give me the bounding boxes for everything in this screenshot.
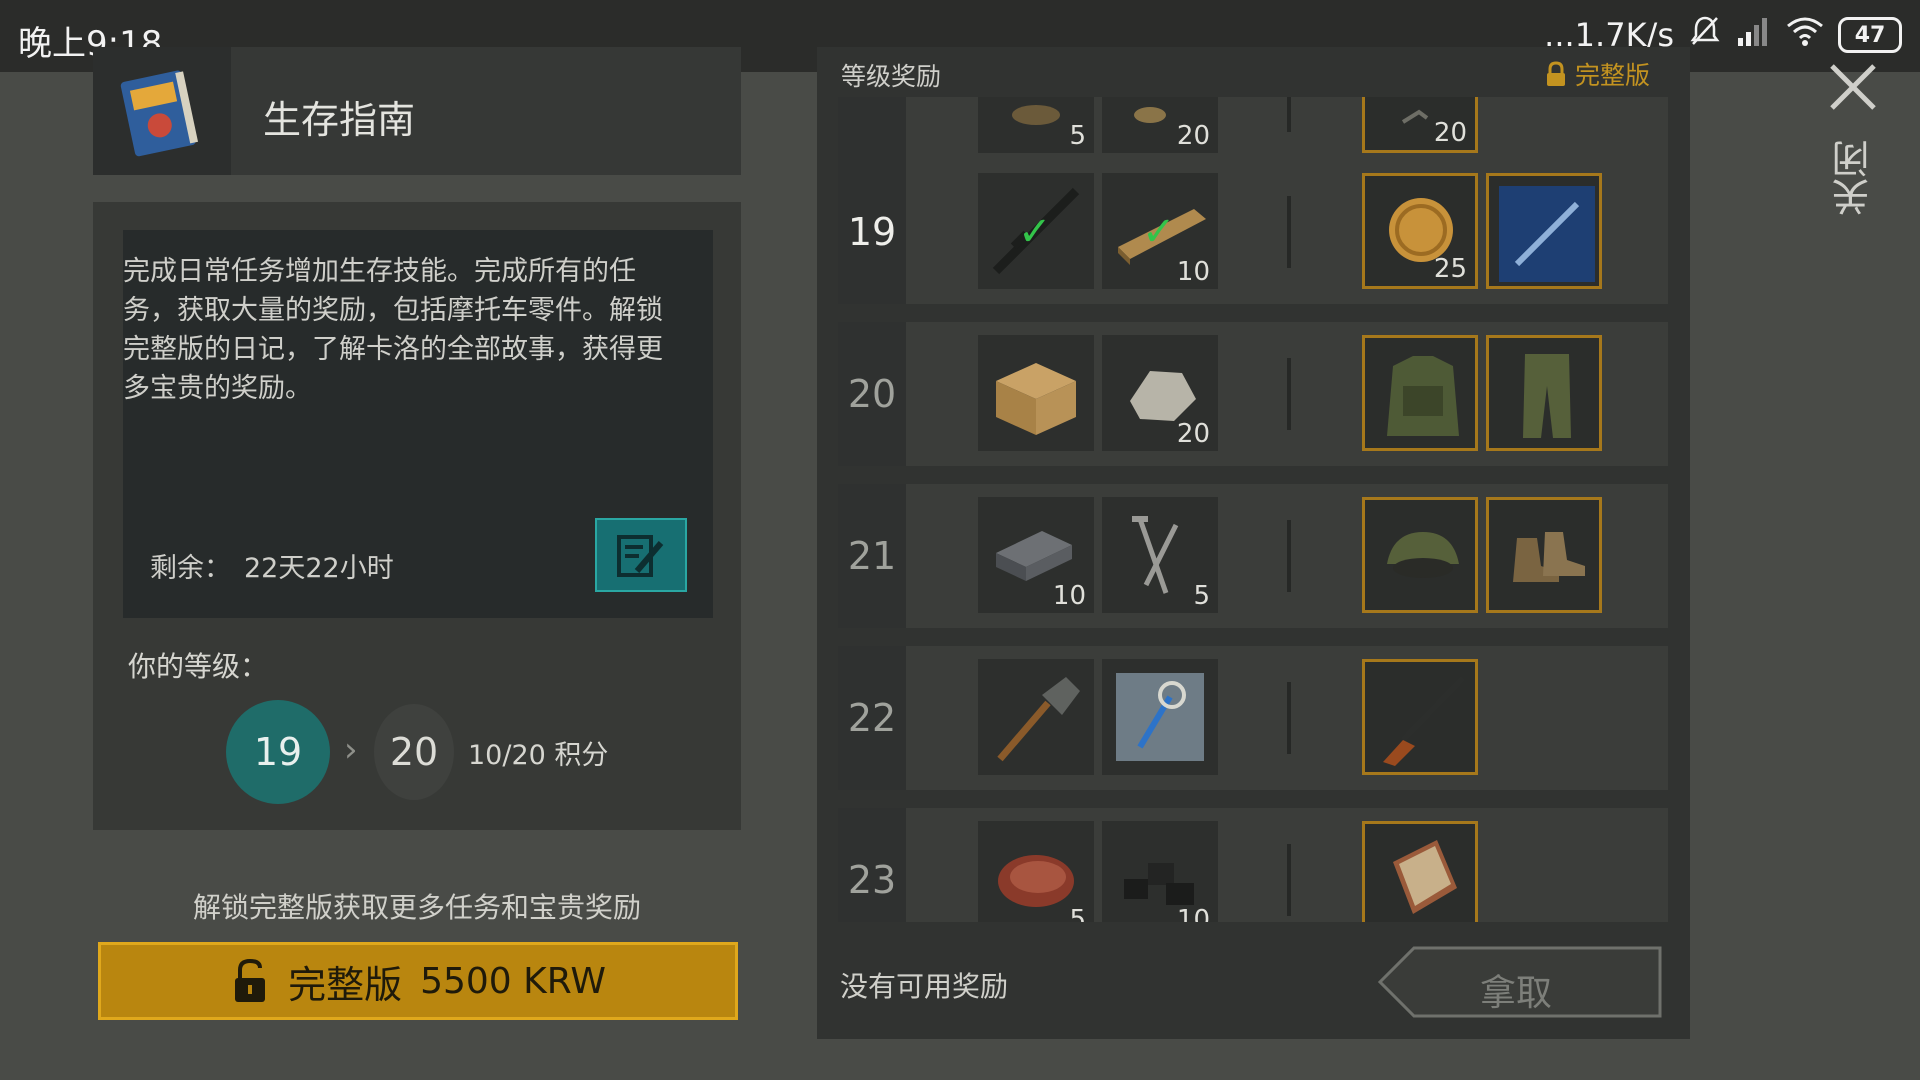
cardboard-box-icon xyxy=(996,363,1076,435)
full-version-tag: 完整版 xyxy=(1545,56,1650,92)
claimed-check-icon: ✓ xyxy=(1142,209,1176,255)
reward-row: 21 10 5 xyxy=(838,484,1668,628)
free-reward-slot[interactable]: 20 xyxy=(1102,90,1218,153)
row-divider xyxy=(1287,196,1291,268)
reward-quantity: 5 xyxy=(1069,121,1086,151)
buy-label: 完整版 xyxy=(288,962,403,1007)
guide-description: 完成日常任务增加生存技能。完成所有的任务，获取大量的奖励，包括摩托车零件。解锁完… xyxy=(123,256,663,404)
row-divider xyxy=(1287,844,1291,916)
row-level: 23 xyxy=(838,808,906,922)
premium-reward-slot[interactable]: 20 xyxy=(1362,90,1478,153)
next-level-badge: 20 xyxy=(374,704,454,800)
reward-row: 20 20 xyxy=(838,322,1668,466)
rifle-blueprint-icon xyxy=(1499,186,1595,282)
no-reward-text: 没有可用奖励 xyxy=(840,970,1009,1003)
guide-header: 生存指南 xyxy=(93,47,741,175)
sniper-rifle-icon xyxy=(1383,675,1466,766)
reward-quantity: 20 xyxy=(1176,121,1210,151)
full-version-tag-label: 完整版 xyxy=(1575,61,1651,90)
camo-pants-icon xyxy=(1523,354,1571,438)
reward-quantity: 10 xyxy=(1176,905,1210,922)
row-level: 20 xyxy=(838,322,906,466)
reward-quantity: 20 xyxy=(1433,118,1467,148)
diary-icon xyxy=(1393,840,1457,914)
camo-vest-icon xyxy=(1387,356,1459,436)
row-divider xyxy=(1287,682,1291,754)
remaining-time: 22天22小时 xyxy=(244,553,394,584)
buy-price: 5500 KRW xyxy=(420,960,606,1002)
guide-title: 生存指南 xyxy=(263,98,416,142)
lock-icon xyxy=(1547,61,1565,86)
wifi-icon xyxy=(1786,16,1824,54)
boots-icon xyxy=(1513,532,1585,582)
reward-quantity: 5 xyxy=(1193,581,1210,611)
free-reward-slot[interactable] xyxy=(978,335,1094,451)
premium-reward-slot[interactable] xyxy=(1362,821,1478,922)
reward-row: 23 5 10 xyxy=(838,808,1668,922)
row-level: 21 xyxy=(838,484,906,628)
reward-quantity: 20 xyxy=(1176,419,1210,449)
free-reward-slot[interactable]: 20 xyxy=(1102,335,1218,451)
unlock-hint: 解锁完整版获取更多任务和宝贵奖励 xyxy=(192,891,641,924)
premium-reward-slot[interactable] xyxy=(1486,173,1602,289)
reward-quantity: 5 xyxy=(1069,905,1086,922)
current-level-badge: 19 xyxy=(226,700,330,804)
premium-reward-slot[interactable] xyxy=(1362,335,1478,451)
signal-icon xyxy=(1736,16,1772,54)
free-reward-slot[interactable] xyxy=(978,659,1094,775)
level-points: 10/20 积分 xyxy=(468,740,609,771)
reward-quantity: 10 xyxy=(1052,581,1086,611)
premium-reward-slot[interactable]: 25 xyxy=(1362,173,1478,289)
claim-button-label: 拿取 xyxy=(1480,973,1553,1014)
reward-row: 22 xyxy=(838,646,1668,790)
free-reward-slot[interactable]: 5 xyxy=(978,90,1094,153)
tool-blueprint-icon xyxy=(1116,673,1204,761)
premium-reward-slot[interactable] xyxy=(1486,497,1602,613)
survival-guide-book-icon xyxy=(120,70,199,157)
reward-quantity: 25 xyxy=(1433,254,1467,284)
unlock-icon xyxy=(235,958,266,1002)
remaining-label: 剩余： xyxy=(150,553,231,584)
notepad-pencil-icon xyxy=(617,535,664,577)
reward-rows-list[interactable]: 5 20 20 19 ✓ ✓ 10 25 20 20 21 10 5 22 23… xyxy=(838,90,1668,922)
level-label: 你的等级： xyxy=(128,650,269,683)
row-level xyxy=(838,90,906,168)
mute-icon xyxy=(1688,14,1722,56)
claimed-check-icon: ✓ xyxy=(1018,209,1052,255)
premium-reward-slot[interactable] xyxy=(1362,497,1478,613)
battery-indicator: 47 xyxy=(1838,17,1902,53)
free-reward-slot[interactable]: ✓ xyxy=(978,173,1094,289)
free-reward-slot[interactable]: 5 xyxy=(978,821,1094,922)
shovel-icon xyxy=(997,677,1080,762)
close-button[interactable] xyxy=(1826,60,1880,114)
free-reward-slot[interactable] xyxy=(1102,659,1218,775)
chevron-right-icon: › xyxy=(344,730,358,770)
premium-reward-slot[interactable] xyxy=(1486,335,1602,451)
reward-row: 19 ✓ ✓ 10 25 xyxy=(838,160,1668,304)
rewards-title: 等级奖励 xyxy=(841,62,942,91)
premium-reward-slot[interactable] xyxy=(1362,659,1478,775)
row-divider xyxy=(1287,520,1291,592)
row-level: 19 xyxy=(838,160,906,304)
row-level: 22 xyxy=(838,646,906,790)
free-reward-slot[interactable]: 10 xyxy=(1102,821,1218,922)
free-reward-slot[interactable]: 5 xyxy=(1102,497,1218,613)
tasks-button[interactable] xyxy=(595,518,687,592)
close-label[interactable]: 关闭 xyxy=(1832,140,1876,216)
row-divider xyxy=(1287,358,1291,430)
reward-quantity: 10 xyxy=(1176,257,1210,287)
free-reward-slot[interactable]: ✓ 10 xyxy=(1102,173,1218,289)
guide-book-icon-box xyxy=(93,47,231,175)
reward-row: 5 20 20 xyxy=(838,90,1668,168)
free-reward-slot[interactable]: 10 xyxy=(978,497,1094,613)
buy-full-version-button[interactable]: 完整版 5500 KRW xyxy=(98,942,738,1020)
camo-cap-icon xyxy=(1387,532,1459,578)
